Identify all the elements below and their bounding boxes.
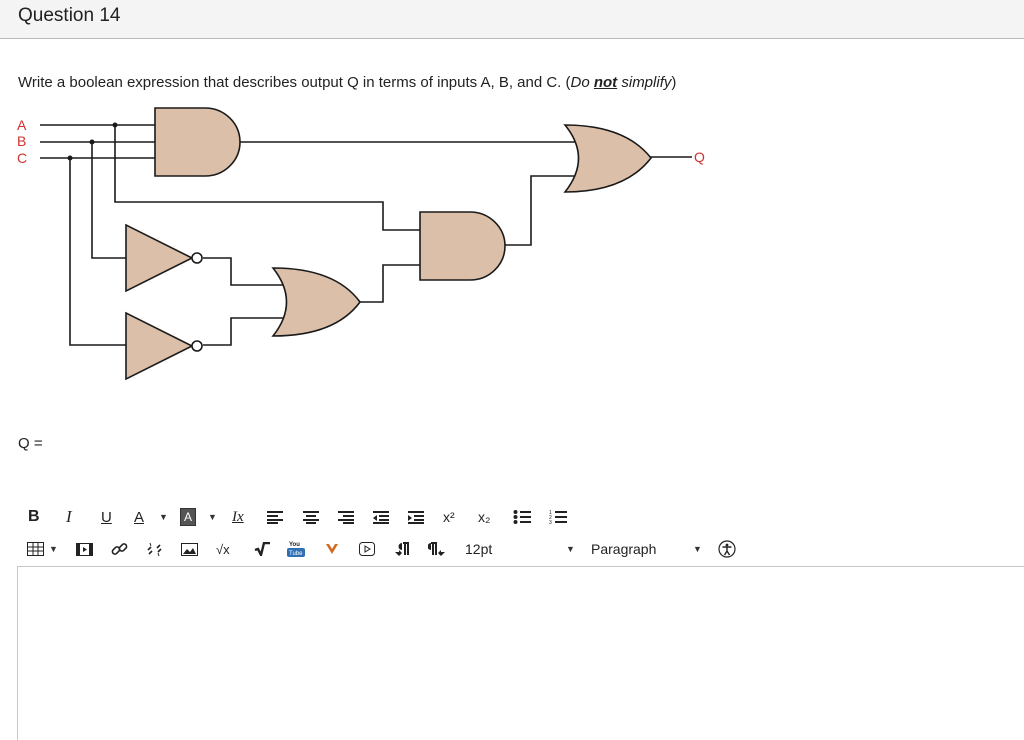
block-format-select[interactable]: Paragraph (591, 535, 656, 563)
equation-icon[interactable] (254, 535, 270, 563)
underline-button[interactable]: U (101, 503, 112, 531)
prompt-text: Write a boolean expression that describe… (18, 74, 571, 91)
youtube-icon[interactable]: You Tube (287, 535, 305, 563)
input-label-a: A (17, 117, 27, 133)
prompt-not: not (593, 74, 618, 91)
sqrt-button[interactable]: √x (216, 535, 230, 563)
not-bubble-c (191, 340, 203, 352)
video-icon[interactable] (359, 535, 375, 563)
image-icon[interactable] (181, 535, 198, 563)
question-header: Question 14 (0, 0, 1024, 39)
wire-or1-out (359, 264, 420, 303)
font-color-caret-icon[interactable]: ▼ (159, 503, 168, 531)
highlight-caret-icon[interactable]: ▼ (208, 503, 217, 531)
or-gate-1 (271, 267, 361, 337)
wire-b-branch (91, 142, 126, 259)
media-embed-icon[interactable] (76, 535, 93, 563)
ltr-direction-icon[interactable] (394, 535, 412, 563)
outdent-icon[interactable] (372, 503, 390, 531)
rtl-direction-icon[interactable] (428, 535, 446, 563)
accessibility-icon[interactable] (718, 535, 736, 563)
vocaroo-icon[interactable] (325, 535, 339, 563)
align-left-icon[interactable] (266, 503, 284, 531)
svg-text:3: 3 (549, 520, 552, 525)
not-gate-c (125, 311, 194, 381)
editor-toolbar-row-1: B I U A ▼ A ▼ Ix x² x₂ 123 (18, 503, 1024, 533)
prompt-simplify: simplify (617, 74, 672, 91)
align-right-icon[interactable] (337, 503, 355, 531)
and-gate-2 (419, 211, 506, 281)
font-color-button[interactable]: A (134, 503, 144, 531)
wire-notb-out (203, 257, 283, 286)
highlight-color-button[interactable]: A (180, 503, 197, 531)
numbered-list-icon[interactable]: 123 (549, 503, 567, 531)
bold-button[interactable]: B (28, 503, 40, 531)
question-prompt: Write a boolean expression that describe… (18, 74, 676, 91)
subscript-button[interactable]: x₂ (478, 503, 490, 531)
svg-text:You: You (289, 542, 300, 548)
wire-and2-out (505, 175, 576, 246)
prompt-close: ) (671, 74, 677, 91)
prompt-do: Do (570, 74, 594, 91)
indent-icon[interactable] (407, 503, 425, 531)
or-gate-2 (563, 124, 653, 193)
highlight-label: A (180, 508, 197, 526)
superscript-button[interactable]: x² (443, 503, 455, 531)
answer-label: Q = (18, 435, 43, 452)
italic-button[interactable]: I (66, 503, 72, 531)
output-label-q: Q (694, 149, 705, 165)
not-bubble-b (191, 252, 203, 264)
and-gate-1 (154, 107, 241, 177)
input-label-b: B (17, 133, 26, 149)
answer-editor[interactable] (17, 566, 1024, 740)
bullet-list-icon[interactable] (513, 503, 531, 531)
link-icon[interactable] (111, 535, 128, 563)
not-gate-b (125, 223, 194, 293)
junction-c (67, 155, 73, 161)
wire-c-branch (69, 158, 126, 346)
align-center-icon[interactable] (302, 503, 320, 531)
unlink-icon[interactable] (146, 535, 163, 563)
table-icon[interactable] (27, 535, 44, 563)
svg-text:Tube: Tube (289, 551, 303, 557)
table-caret-icon[interactable]: ▼ (49, 535, 58, 563)
font-size-select[interactable]: 12pt (465, 535, 492, 563)
input-label-c: C (17, 150, 27, 166)
clear-format-button[interactable]: Ix (232, 503, 244, 531)
junction-a (112, 122, 118, 128)
logic-circuit-diagram: A B C Q (17, 107, 705, 381)
block-format-caret-icon[interactable]: ▼ (693, 535, 702, 563)
editor-toolbar-row-2: ▼ √x You Tube 12pt ▼ Paragraph ▼ (18, 535, 1024, 565)
wire-notc-out (203, 317, 283, 346)
font-size-caret-icon[interactable]: ▼ (566, 535, 575, 563)
question-title: Question 14 (18, 5, 121, 26)
junction-b (89, 139, 95, 145)
